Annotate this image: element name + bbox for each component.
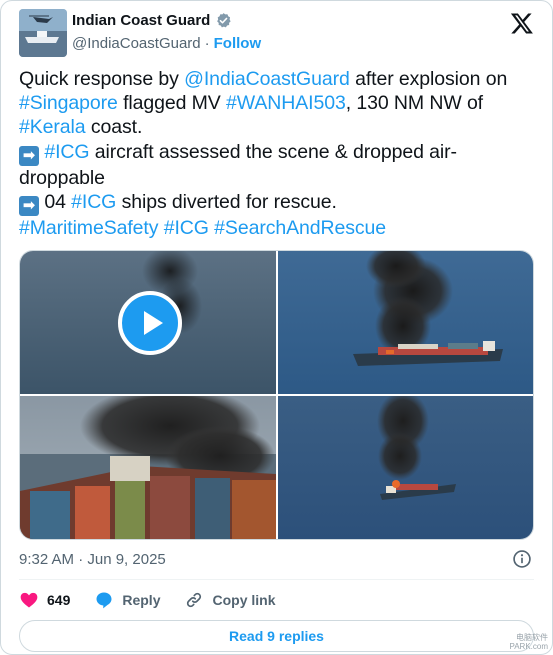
tweet-header: Indian Coast Guard @IndiaCoastGuard · Fo… xyxy=(19,9,534,57)
reply-label: Reply xyxy=(122,592,161,608)
tweet-card: Indian Coast Guard @IndiaCoastGuard · Fo… xyxy=(0,0,553,655)
ship-smoke-photo xyxy=(278,396,533,539)
handle-row: @IndiaCoastGuard · Follow xyxy=(72,35,261,52)
copy-link-button[interactable]: Copy link xyxy=(184,590,276,610)
action-bar: 649 Reply Copy link xyxy=(19,589,300,611)
follow-button[interactable]: Follow xyxy=(214,35,262,52)
text-segment: ships diverted for rescue. xyxy=(116,190,337,213)
reply-button[interactable]: Reply xyxy=(94,590,160,610)
tweet-text: Quick response by @IndiaCoastGuard after… xyxy=(19,67,539,240)
separator-dot: · xyxy=(204,35,210,52)
right-arrow-emoji-icon: ➡ xyxy=(19,145,39,166)
watermark: 电脑软件 PARK.com xyxy=(509,633,548,651)
text-segment: , 130 NM NW of xyxy=(345,92,484,115)
media-video-tile[interactable] xyxy=(20,251,276,394)
ship-deck-photo xyxy=(20,396,276,539)
avatar-image xyxy=(19,9,67,57)
text-segment: after explosion on xyxy=(349,68,508,90)
author-handle[interactable]: @IndiaCoastGuard xyxy=(72,35,201,52)
info-icon[interactable] xyxy=(512,549,532,569)
text-segment: coast. xyxy=(85,116,143,139)
heart-icon xyxy=(20,592,38,608)
play-button[interactable] xyxy=(118,291,182,355)
like-button[interactable]: 649 xyxy=(19,590,70,610)
media-photo-tile[interactable] xyxy=(20,396,276,539)
hashtag-wanhai503[interactable]: #WANHAI503 xyxy=(226,92,346,114)
link-icon xyxy=(187,592,202,608)
hashtag-icg[interactable]: #ICG xyxy=(71,191,116,213)
hashtag-searchandrescue[interactable]: #SearchAndRescue xyxy=(214,217,386,239)
media-grid xyxy=(19,250,534,540)
x-logo-icon[interactable] xyxy=(510,11,534,35)
text-segment: 04 xyxy=(39,190,72,213)
hashtag-singapore[interactable]: #Singapore xyxy=(19,92,118,114)
media-photo-tile[interactable] xyxy=(278,396,533,539)
hashtag-maritimesafety[interactable]: #MaritimeSafety xyxy=(19,217,158,239)
verified-badge-icon xyxy=(217,13,231,28)
name-row: Indian Coast Guard xyxy=(72,12,232,29)
avatar[interactable] xyxy=(19,9,67,57)
copy-link-label: Copy link xyxy=(212,592,276,608)
tweet-timestamp[interactable]: 9:32 AM · Jun 9, 2025 xyxy=(19,551,166,568)
text-segment: Quick response by xyxy=(19,68,185,90)
divider xyxy=(19,579,534,580)
play-icon xyxy=(144,311,163,335)
hashtag-kerala[interactable]: #Kerala xyxy=(19,116,86,138)
mention-link[interactable]: @IndiaCoastGuard xyxy=(184,68,350,90)
read-replies-button[interactable]: Read 9 replies xyxy=(19,620,534,652)
media-photo-tile[interactable] xyxy=(278,251,533,394)
ship-fire-photo xyxy=(278,251,533,394)
text-segment: flagged MV xyxy=(117,92,227,115)
right-arrow-emoji-icon: ➡ xyxy=(19,195,39,216)
like-count: 649 xyxy=(47,592,71,608)
hashtag-icg[interactable]: #ICG xyxy=(164,217,209,239)
reply-bubble-icon xyxy=(96,592,112,609)
author-name[interactable]: Indian Coast Guard xyxy=(72,12,210,29)
hashtag-icg[interactable]: #ICG xyxy=(44,141,89,163)
